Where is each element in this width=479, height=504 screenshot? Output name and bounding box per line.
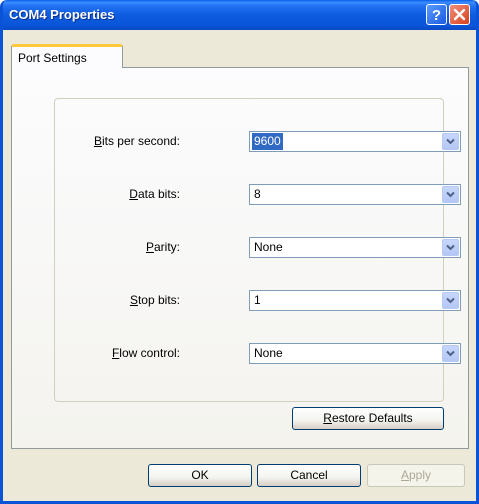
data-bits-value: 8 <box>254 187 261 201</box>
port-settings-page: Bits per second: 9600 Data bits: 8 Parit… <box>11 67 469 449</box>
help-icon: ? <box>432 7 441 24</box>
settings-group: Bits per second: 9600 Data bits: 8 Parit… <box>54 98 461 402</box>
chevron-down-icon <box>446 297 455 304</box>
cancel-button[interactable]: Cancel <box>257 464 361 487</box>
flow-control-dropdown-button[interactable] <box>442 345 459 362</box>
chevron-down-icon <box>446 191 455 198</box>
close-button[interactable] <box>449 4 470 25</box>
window-title: COM4 Properties <box>9 7 115 22</box>
parity-label: Parity: <box>145 240 180 254</box>
chevron-down-icon <box>446 138 455 145</box>
parity-value: None <box>254 240 283 254</box>
stop-bits-value: 1 <box>254 293 261 307</box>
tab-label: Port Settings <box>18 51 87 65</box>
bits-per-second-value: 9600 <box>252 133 283 150</box>
bits-per-second-label: Bits per second: <box>93 134 180 148</box>
flow-control-select[interactable]: None <box>249 343 461 364</box>
bits-per-second-select[interactable]: 9600 <box>249 131 461 152</box>
ok-button[interactable]: OK <box>148 464 252 487</box>
stop-bits-label: Stop bits: <box>129 293 180 307</box>
parity-select[interactable]: None <box>249 237 461 258</box>
chevron-down-icon <box>446 244 455 251</box>
data-bits-label: Data bits: <box>129 187 180 201</box>
title-bar[interactable]: COM4 Properties ? <box>3 0 476 30</box>
chevron-down-icon <box>446 350 455 357</box>
data-bits-dropdown-button[interactable] <box>442 186 459 203</box>
properties-dialog: COM4 Properties ? Port Settings Bits per… <box>0 0 479 504</box>
tab-port-settings[interactable]: Port Settings <box>11 44 123 68</box>
flow-control-label: Flow control: <box>111 346 180 360</box>
close-icon <box>453 8 466 21</box>
help-button[interactable]: ? <box>426 4 447 25</box>
apply-button-label-rest: pply <box>409 468 432 482</box>
parity-dropdown-button[interactable] <box>442 239 459 256</box>
stop-bits-select[interactable]: 1 <box>249 290 461 311</box>
data-bits-select[interactable]: 8 <box>249 184 461 205</box>
flow-control-value: None <box>254 346 283 360</box>
stop-bits-dropdown-button[interactable] <box>442 292 459 309</box>
svg-text:?: ? <box>432 7 441 24</box>
apply-button[interactable]: Apply <box>367 464 465 487</box>
restore-defaults-button[interactable]: Restore Defaults <box>292 407 444 430</box>
bits-per-second-dropdown-button[interactable] <box>442 133 459 150</box>
